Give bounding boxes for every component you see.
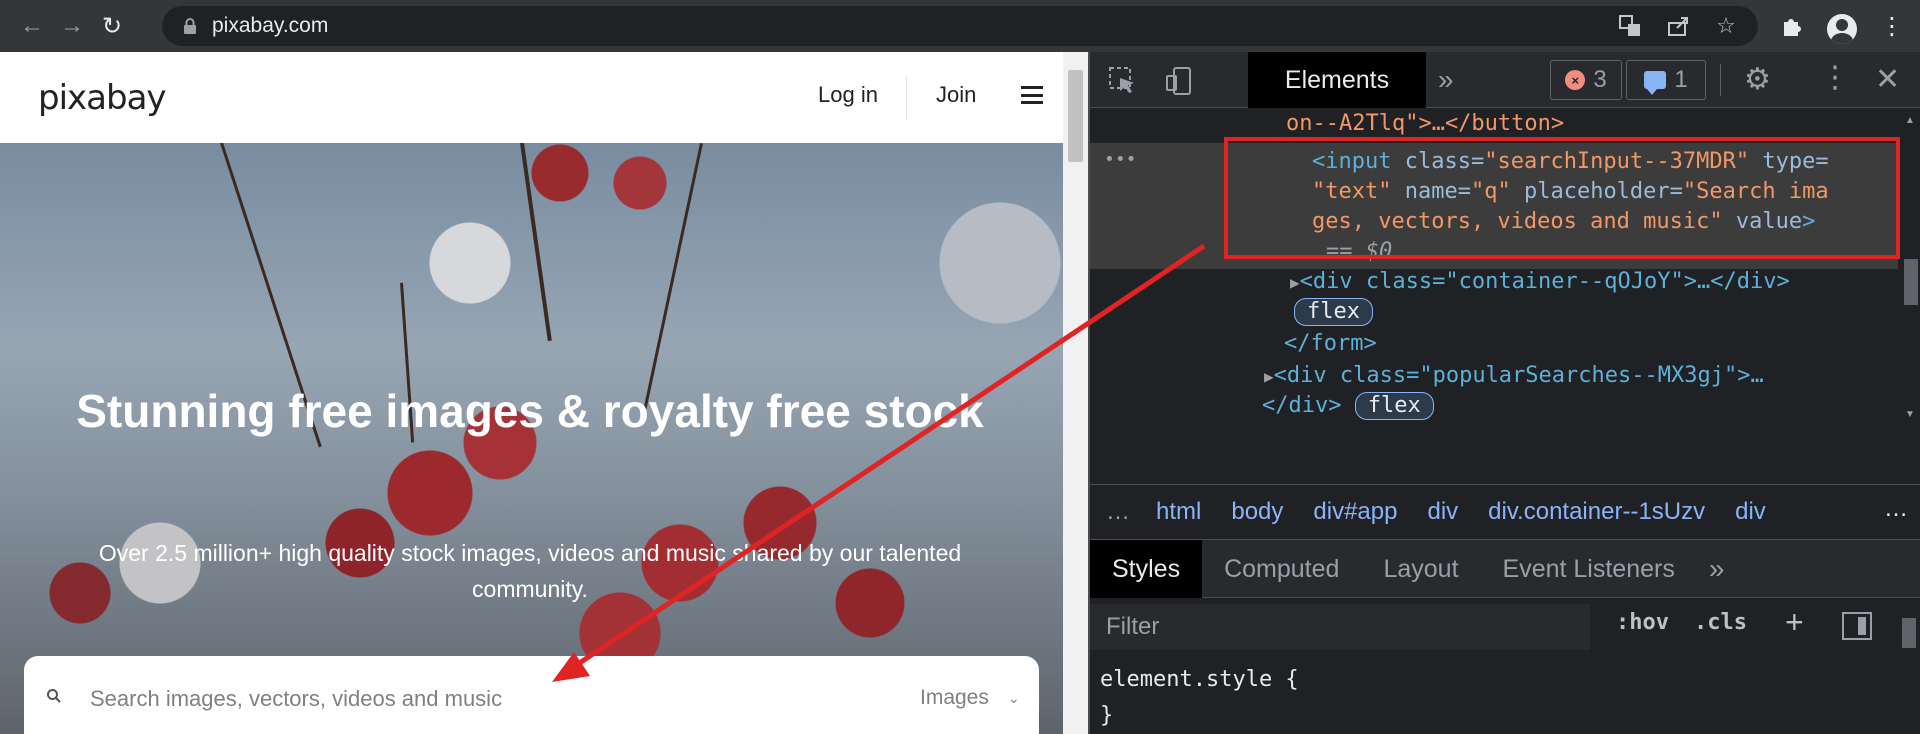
bookmark-star-icon[interactable]: ☆ [1712,12,1740,40]
back-arrow-icon[interactable]: ← [12,6,52,46]
tab-layout[interactable]: Layout [1361,540,1480,598]
gear-icon[interactable]: ⚙ [1744,62,1771,97]
share-icon[interactable] [1664,12,1692,40]
breadcrumb-more-icon[interactable]: … [1884,495,1908,523]
more-tabs-chevron-icon[interactable]: » [1438,64,1454,96]
url-text: pixabay.com [212,14,329,37]
scroll-up-arrow-icon[interactable]: ▲ [1905,115,1915,126]
tab-styles[interactable]: Styles [1090,539,1203,598]
styles-filter-input[interactable]: Filter [1090,604,1590,650]
more-tabs-chevron-icon[interactable]: » [1697,553,1725,585]
hov-toggle[interactable]: :hov [1616,610,1669,635]
message-count: 1 [1674,66,1688,93]
style-rule[interactable]: element.style { } [1100,662,1299,734]
dom-line[interactable]: </div> flex [1262,391,1434,421]
dom-line[interactable]: on--A2Tlq">…</button> [1286,109,1564,139]
join-link[interactable]: Join [936,82,976,108]
pixabay-logo[interactable]: pixabay [38,78,167,118]
reload-icon[interactable]: ↻ [92,6,132,46]
hamburger-menu-icon[interactable] [1021,86,1043,104]
page-scrollbar[interactable] [1063,52,1088,734]
flex-badge[interactable]: flex [1294,297,1373,327]
lock-icon [182,18,198,34]
branch [520,143,552,342]
element-breadcrumbs: … html body div#app div div.container--1… [1090,484,1920,540]
address-bar[interactable]: pixabay.com ☆ [162,6,1758,46]
tab-computed[interactable]: Computed [1202,540,1361,598]
dom-line[interactable]: </form> [1284,329,1377,359]
node-actions-ellipsis-icon[interactable]: ••• [1104,145,1137,175]
header-divider [906,76,907,120]
breadcrumb-item[interactable]: div [1427,498,1458,526]
error-icon: × [1565,70,1586,90]
style-rule-selector[interactable]: element.style { [1100,662,1299,698]
red-annotation-box [1224,137,1900,259]
dom-line[interactable]: ▶<div class="container--qOJoY">…</div> [1290,267,1790,298]
browser-toolbar: ← → ↻ pixabay.com ☆ ⋮ [0,0,1920,52]
flex-badge[interactable]: flex [1354,392,1434,420]
translate-icon[interactable] [1616,12,1644,40]
devtools-toolbar: Elements » × 3 1 ⚙ ⋮ ✕ [1090,52,1920,108]
site-header: pixabay Log in Join [0,52,1063,143]
devtools-panel: Elements » × 3 1 ⚙ ⋮ ✕ ••• on--A2Tlq">…</… [1088,52,1920,734]
search-icon [47,689,61,703]
search-bar[interactable]: Search images, vectors, videos and music… [24,656,1039,734]
devtools-menu-icon[interactable]: ⋮ [1820,60,1850,95]
profile-icon[interactable] [1822,6,1862,46]
styles-tab-bar: Styles Computed Layout Event Listeners » [1090,539,1920,598]
style-rule-close: } [1100,703,1114,728]
tab-elements[interactable]: Elements [1248,52,1426,108]
chevron-down-icon[interactable]: ⌄ [1008,690,1020,707]
search-type-select[interactable]: Images [920,686,989,710]
scroll-down-arrow-icon[interactable]: ▼ [1905,409,1915,420]
dom-tree: ••• on--A2Tlq">…</button> <input class="… [1090,109,1920,429]
breadcrumb-item[interactable]: div#app [1313,498,1397,526]
tab-event-listeners[interactable]: Event Listeners [1481,540,1697,598]
styles-filter-row: Filter :hov .cls + [1090,598,1920,734]
breadcrumb-item[interactable]: div.container--1sUzv [1488,498,1705,526]
styles-scrollbar[interactable] [1898,598,1920,734]
toggle-sidebar-icon[interactable] [1842,612,1872,640]
cls-toggle[interactable]: .cls [1694,610,1747,635]
dom-tree-scrollbar[interactable]: ▲ ▼ [1900,109,1920,429]
extensions-puzzle-icon[interactable] [1772,6,1812,46]
page-scrollbar-thumb[interactable] [1068,70,1083,162]
breadcrumb-item[interactable]: html [1156,498,1201,526]
dom-tree-scrollbar-thumb[interactable] [1904,259,1918,305]
hero-title: Stunning free images & royalty free stoc… [76,385,984,437]
browser-menu-icon[interactable]: ⋮ [1872,6,1912,46]
breadcrumb-item[interactable]: body [1231,498,1283,526]
login-link[interactable]: Log in [818,82,878,108]
new-style-rule-icon[interactable]: + [1785,604,1804,641]
dom-line[interactable]: ▶<div class="popularSearches--MX3gj">… [1264,361,1764,392]
device-toolbar-icon[interactable] [1164,66,1194,96]
toolbar-separator [1720,64,1721,96]
error-count-badge[interactable]: × 3 [1550,60,1622,100]
message-count-badge[interactable]: 1 [1626,60,1706,100]
message-icon [1644,71,1667,95]
inspect-element-icon[interactable] [1108,66,1138,96]
hero-section: Stunning free images & royalty free stoc… [0,143,1063,734]
page-viewport: pixabay Log in Join Stunning free images… [0,52,1088,734]
breadcrumb-item[interactable]: div [1735,498,1766,526]
error-count: 3 [1593,66,1607,93]
styles-scrollbar-thumb[interactable] [1902,618,1916,648]
search-input[interactable]: Search images, vectors, videos and music [90,686,502,712]
forward-arrow-icon[interactable]: → [52,6,92,46]
breadcrumb-overflow-icon[interactable]: … [1106,498,1156,526]
hero-subtitle: Over 2.5 million+ high quality stock ima… [98,540,962,602]
close-icon[interactable]: ✕ [1875,62,1900,97]
